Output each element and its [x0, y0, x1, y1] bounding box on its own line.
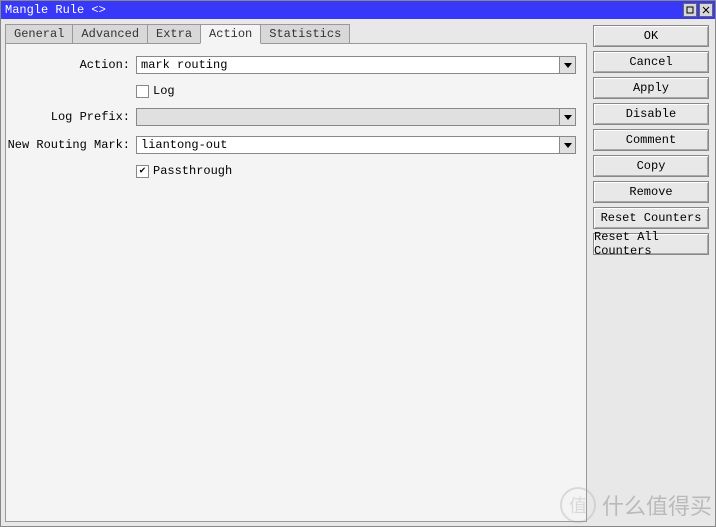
log-prefix-combo[interactable] — [136, 108, 576, 126]
tab-statistics[interactable]: Statistics — [260, 24, 350, 44]
new-routing-mark-input[interactable] — [136, 136, 560, 154]
chevron-down-icon — [564, 143, 572, 148]
window-title: Mangle Rule <> — [5, 3, 106, 17]
comment-button[interactable]: Comment — [593, 129, 709, 151]
tab-strip: General Advanced Extra Action Statistics — [5, 24, 587, 44]
tab-extra[interactable]: Extra — [147, 24, 201, 44]
log-prefix-input[interactable] — [136, 108, 560, 126]
chevron-down-icon — [564, 63, 572, 68]
apply-button[interactable]: Apply — [593, 77, 709, 99]
chevron-down-icon — [564, 115, 572, 120]
tab-advanced[interactable]: Advanced — [72, 24, 148, 44]
tab-general[interactable]: General — [5, 24, 73, 44]
passthrough-checkbox[interactable]: ✔ — [136, 165, 149, 178]
action-input[interactable] — [136, 56, 560, 74]
action-label: Action: — [6, 58, 136, 72]
disable-button[interactable]: Disable — [593, 103, 709, 125]
tab-action[interactable]: Action — [200, 24, 261, 44]
log-checkbox-label: Log — [153, 84, 175, 98]
passthrough-checkbox-label: Passthrough — [153, 164, 232, 178]
ok-button[interactable]: OK — [593, 25, 709, 47]
reset-counters-button[interactable]: Reset Counters — [593, 207, 709, 229]
minimize-button[interactable] — [683, 3, 697, 17]
log-prefix-label: Log Prefix: — [6, 110, 136, 124]
reset-all-counters-button[interactable]: Reset All Counters — [593, 233, 709, 255]
window: Mangle Rule <> General Advanced Extra Ac… — [0, 0, 716, 527]
log-checkbox[interactable] — [136, 85, 149, 98]
close-button[interactable] — [699, 3, 713, 17]
action-combo[interactable] — [136, 56, 576, 74]
tab-body-action: Action: — [5, 43, 587, 522]
cancel-button[interactable]: Cancel — [593, 51, 709, 73]
copy-button[interactable]: Copy — [593, 155, 709, 177]
titlebar: Mangle Rule <> — [1, 1, 715, 19]
new-routing-mark-dropdown-button[interactable] — [560, 136, 576, 154]
watermark-icon: 值 — [560, 487, 596, 523]
main-panel: General Advanced Extra Action Statistics… — [5, 23, 587, 522]
remove-button[interactable]: Remove — [593, 181, 709, 203]
action-dropdown-button[interactable] — [560, 56, 576, 74]
sidebar: OK Cancel Apply Disable Comment Copy Rem… — [593, 23, 709, 522]
new-routing-mark-combo[interactable] — [136, 136, 576, 154]
watermark-text: 什么值得买 — [602, 489, 712, 521]
log-prefix-dropdown-button[interactable] — [560, 108, 576, 126]
new-routing-mark-label: New Routing Mark: — [6, 138, 136, 152]
watermark: 值 什么值得买 — [560, 487, 712, 523]
